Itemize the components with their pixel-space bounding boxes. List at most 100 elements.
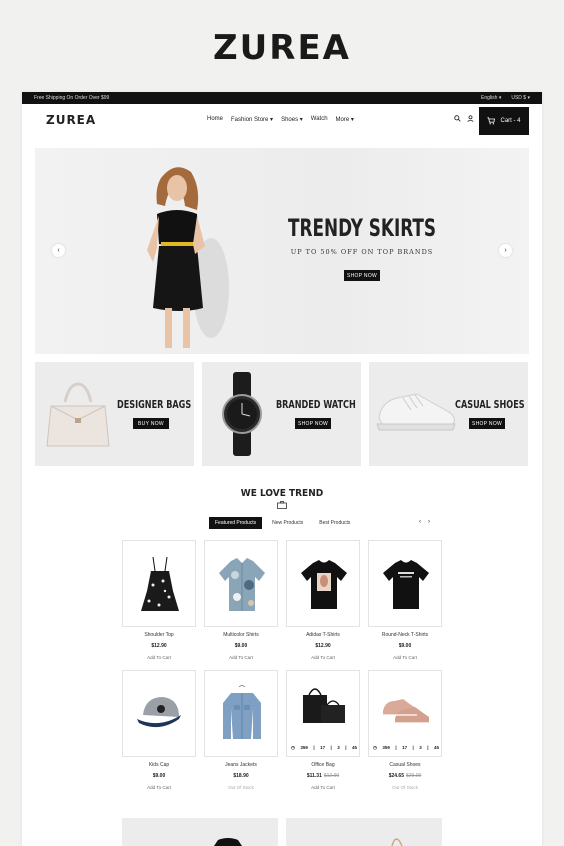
search-icon[interactable] bbox=[454, 115, 461, 122]
hero-next-arrow-icon[interactable]: › bbox=[499, 244, 512, 257]
shoulder-top-image bbox=[141, 556, 179, 611]
user-icon[interactable] bbox=[467, 115, 474, 122]
product-image[interactable] bbox=[122, 540, 196, 627]
product-tabs: Featured Products New Products Best Prod… bbox=[209, 517, 356, 529]
hero-model-image bbox=[147, 167, 229, 348]
carousel-next-icon[interactable]: › bbox=[428, 519, 430, 525]
product-image[interactable]: ◷ 359 | 17 | 3 | 45 bbox=[368, 670, 442, 757]
site-header: ZUREA Home Fashion Store ▾ Shoes ▾ Watch… bbox=[22, 104, 542, 138]
banner-casual-shoes[interactable]: CASUAL SHOES SHOP NOW bbox=[369, 362, 528, 466]
add-to-cart-button[interactable]: Add To Cart bbox=[368, 655, 442, 660]
banner-shop-now-button[interactable]: SHOP NOW bbox=[295, 418, 331, 429]
language-select[interactable]: English ▾ bbox=[481, 95, 501, 101]
product-name[interactable]: Kids Cap bbox=[122, 762, 196, 768]
product-card[interactable]: Jeans Jackets $18.90 Out Of Stock bbox=[204, 670, 278, 790]
product-price: $11.31 $12.90 bbox=[306, 773, 340, 779]
product-price: $9.00 bbox=[398, 643, 412, 649]
hero-title: TRENDY SKIRTS bbox=[288, 214, 436, 242]
product-name[interactable]: Casual Shoes bbox=[368, 762, 442, 768]
banner-title: DESIGNER BAGS bbox=[117, 398, 192, 411]
cart-label: Cart - 4 bbox=[500, 118, 521, 124]
clock-icon: ◷ bbox=[291, 745, 295, 750]
top-bar: Free Shipping On Order Over $99 English … bbox=[22, 92, 542, 104]
carousel-prev-icon[interactable]: ‹ bbox=[419, 519, 421, 525]
hero-slider: TRENDY SKIRTS UP TO 50% OFF ON TOP BRAND… bbox=[35, 148, 529, 354]
add-to-cart-button[interactable]: Add To Cart bbox=[286, 655, 360, 660]
product-card[interactable]: Round-Neck T-Shirts $9.00 Add To Cart bbox=[368, 540, 442, 660]
cart-icon bbox=[487, 117, 496, 125]
product-price: $12.90 bbox=[151, 643, 167, 649]
brand-title: ZUREA bbox=[213, 28, 351, 68]
product-card[interactable]: Shoulder Top $12.90 Add To Cart bbox=[122, 540, 196, 660]
nav-watch[interactable]: Watch bbox=[311, 116, 328, 123]
office-bag-image bbox=[303, 688, 345, 723]
product-name[interactable]: Shoulder Top bbox=[122, 632, 196, 638]
banner-shop-now-button[interactable]: SHOP NOW bbox=[469, 418, 505, 429]
add-to-cart-button[interactable]: Add To Cart bbox=[204, 655, 278, 660]
currency-select[interactable]: USD $ ▾ bbox=[511, 95, 530, 101]
promo-banner-left[interactable] bbox=[122, 818, 278, 846]
product-name[interactable]: Office Bag bbox=[286, 762, 360, 768]
product-image[interactable]: ◷ 359 | 17 | 3 | 45 bbox=[286, 670, 360, 757]
banner-buy-now-button[interactable]: BUY NOW bbox=[133, 418, 169, 429]
product-image[interactable] bbox=[368, 540, 442, 627]
product-card[interactable]: Adidas T-Shirts $12.90 Add To Cart bbox=[286, 540, 360, 660]
tab-new-products[interactable]: New Products bbox=[266, 517, 309, 529]
nav-more[interactable]: More ▾ bbox=[336, 116, 354, 123]
product-name[interactable]: Round-Neck T-Shirts bbox=[368, 632, 442, 638]
product-image[interactable] bbox=[204, 670, 278, 757]
product-price: $9.00 bbox=[152, 773, 166, 779]
clock-icon: ◷ bbox=[373, 745, 377, 750]
tshirt-image bbox=[214, 838, 242, 846]
product-image[interactable] bbox=[204, 540, 278, 627]
logo[interactable]: ZUREA bbox=[46, 113, 96, 127]
bag-image bbox=[391, 838, 403, 846]
product-name[interactable]: Jeans Jackets bbox=[204, 762, 278, 768]
hero-subtitle: UP TO 50% OFF ON TOP BRANDS bbox=[290, 248, 434, 256]
sneakers-image bbox=[376, 393, 456, 431]
handbag-image bbox=[46, 382, 110, 447]
product-image[interactable] bbox=[122, 670, 196, 757]
out-of-stock-label: Out Of Stock bbox=[392, 785, 418, 790]
add-to-cart-button[interactable]: Add To Cart bbox=[122, 785, 196, 790]
round-neck-tshirt-image bbox=[383, 560, 429, 609]
product-name[interactable]: Multicolor Shirts bbox=[204, 632, 278, 638]
product-image[interactable] bbox=[286, 540, 360, 627]
watch-image bbox=[222, 372, 262, 456]
nav-home[interactable]: Home bbox=[207, 116, 223, 123]
storefront-page: Free Shipping On Order Over $99 English … bbox=[22, 92, 542, 846]
jeans-jacket-image bbox=[223, 685, 261, 739]
countdown-timer: ◷ 359 | 17 | 3 | 45 bbox=[373, 745, 439, 750]
banner-title: CASUAL SHOES bbox=[455, 398, 525, 411]
out-of-stock-label: Out Of Stock bbox=[228, 785, 254, 790]
product-name[interactable]: Adidas T-Shirts bbox=[286, 632, 360, 638]
adidas-tshirt-image bbox=[301, 560, 347, 609]
nav-shoes[interactable]: Shoes ▾ bbox=[281, 116, 303, 123]
banner-title: BRANDED WATCH bbox=[276, 398, 356, 411]
product-card[interactable]: Kids Cap $9.00 Add To Cart bbox=[122, 670, 196, 790]
product-price: $24.65 $29.00 bbox=[388, 773, 422, 779]
product-card[interactable]: ◷ 359 | 17 | 3 | 45 Office Bag $11.31 $12.90… bbox=[286, 670, 360, 790]
add-to-cart-button[interactable]: Add To Cart bbox=[122, 655, 196, 660]
old-price: $29.00 bbox=[406, 773, 422, 779]
banner-branded-watch[interactable]: BRANDED WATCH SHOP NOW bbox=[202, 362, 361, 466]
product-price: $18.90 bbox=[233, 773, 249, 779]
product-card[interactable]: Multicolor Shirts $9.00 Add To Cart bbox=[204, 540, 278, 660]
hero-prev-arrow-icon[interactable]: ‹ bbox=[52, 244, 65, 257]
cart-button[interactable]: Cart - 4 bbox=[479, 107, 529, 135]
free-shipping-text: Free Shipping On Order Over $99 bbox=[34, 95, 110, 101]
main-nav: Home Fashion Store ▾ Shoes ▾ Watch More … bbox=[207, 116, 354, 123]
tab-featured-products[interactable]: Featured Products bbox=[209, 517, 263, 529]
kids-cap-image bbox=[137, 697, 181, 728]
product-card[interactable]: ◷ 359 | 17 | 3 | 45 Casual Shoes $24.65 $29.… bbox=[368, 670, 442, 790]
promo-banner-right[interactable] bbox=[286, 818, 442, 846]
product-price: $12.90 bbox=[315, 643, 331, 649]
multicolor-shirt-image bbox=[219, 558, 265, 611]
tab-best-products[interactable]: Best Products bbox=[313, 517, 356, 529]
nav-fashion-store[interactable]: Fashion Store ▾ bbox=[231, 116, 273, 123]
add-to-cart-button[interactable]: Add To Cart bbox=[286, 785, 360, 790]
banner-designer-bags[interactable]: DESIGNER BAGS BUY NOW bbox=[35, 362, 194, 466]
briefcase-icon bbox=[277, 501, 287, 509]
hero-shop-now-button[interactable]: SHOP NOW bbox=[344, 270, 380, 281]
countdown-timer: ◷ 359 | 17 | 3 | 45 bbox=[291, 745, 357, 750]
